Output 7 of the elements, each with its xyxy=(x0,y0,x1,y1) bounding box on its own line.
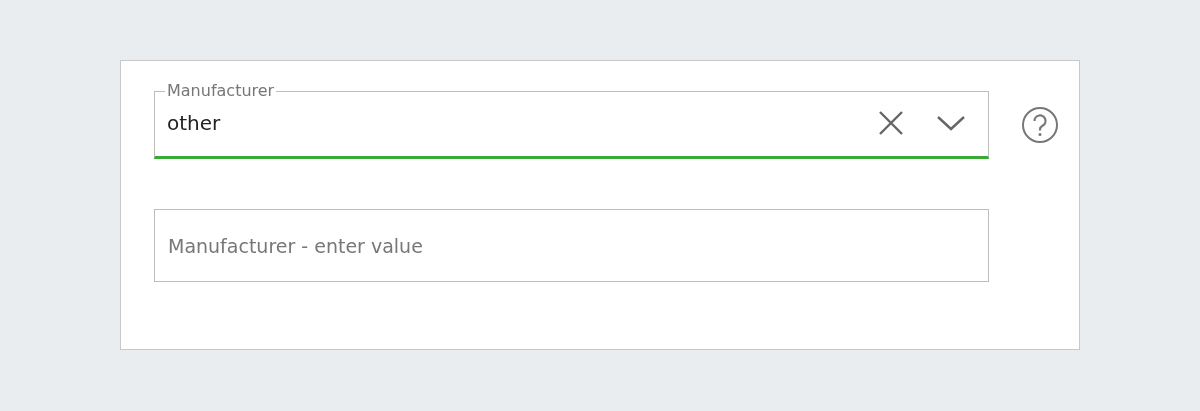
field-label: Manufacturer xyxy=(166,81,276,101)
manufacturer-input[interactable]: Manufacturer - enter value xyxy=(154,209,989,282)
clear-icon[interactable] xyxy=(878,110,904,136)
chevron-down-icon[interactable] xyxy=(936,114,966,132)
manufacturer-dropdown[interactable]: Manufacturer other xyxy=(154,81,989,159)
help-icon[interactable] xyxy=(1021,106,1059,144)
selected-value: other xyxy=(167,111,221,135)
